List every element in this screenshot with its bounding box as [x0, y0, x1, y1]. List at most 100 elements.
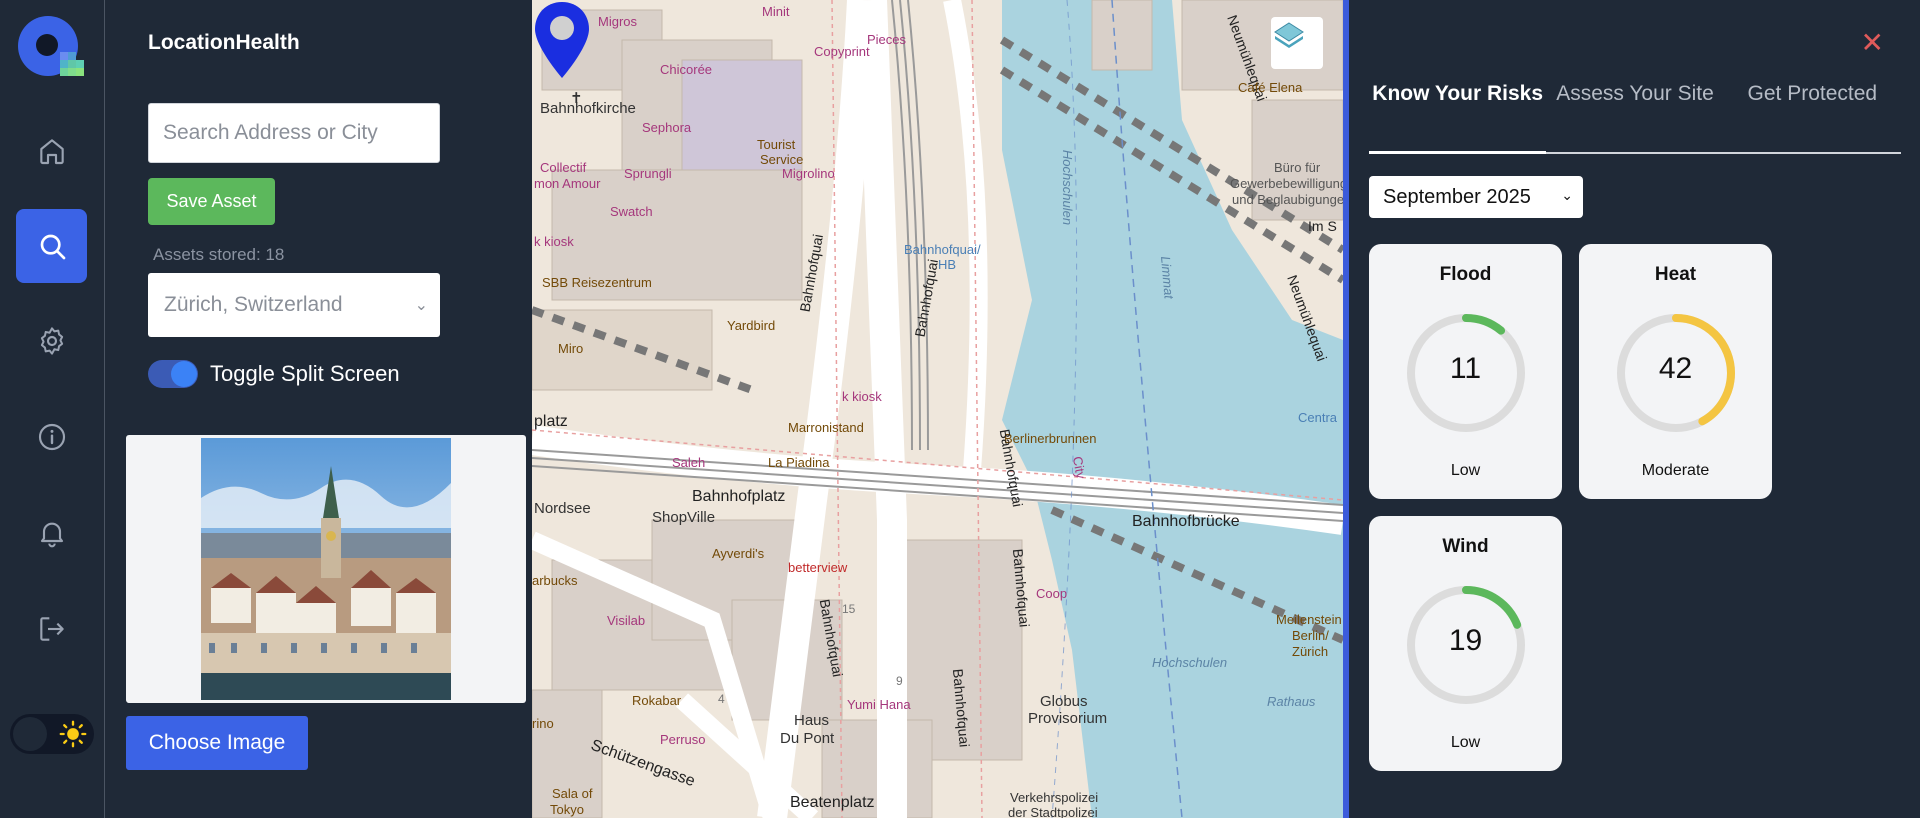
nav-info-button[interactable] [16, 400, 87, 474]
street-label: Im S [1308, 218, 1337, 234]
map-label: Visilab [607, 613, 646, 628]
close-icon[interactable]: ✕ [1861, 26, 1884, 59]
city-select[interactable]: Zürich, Switzerland ⌄ [148, 273, 440, 337]
map-label: Verkehrspolizei [1010, 790, 1099, 805]
map-label: Bahnhofkirche [540, 100, 636, 117]
street-label: Bahnhofbrücke [1132, 513, 1240, 530]
risk-level: Low [1450, 734, 1481, 751]
map-layers-button[interactable] [1271, 17, 1323, 69]
map-view[interactable]: Bahnhofkirche ✝ Sephora Tourist Service … [532, 0, 1343, 818]
map-label: Rokabar [632, 693, 682, 708]
tab-get-protected[interactable]: Get Protected [1724, 78, 1901, 152]
city-image [201, 438, 451, 700]
street-label: platz [534, 413, 568, 430]
split-screen-row: Toggle Split Screen [148, 360, 400, 388]
location-pin-icon[interactable] [532, 0, 592, 80]
tab-know-your-risks[interactable]: Know Your Risks [1369, 78, 1547, 154]
map-label: Swatch [610, 204, 653, 219]
map-label: 9 [896, 674, 903, 688]
map-label: SBB Reisezentrum [542, 275, 652, 290]
bell-icon [40, 522, 63, 548]
map-label: Rathaus [1267, 694, 1316, 709]
theme-toggle-knob [13, 717, 47, 751]
save-asset-button[interactable]: Save Asset [148, 178, 275, 225]
map-label: 4 [718, 692, 725, 706]
map-label: Tourist [757, 137, 796, 152]
map-label: mon Amour [534, 176, 601, 191]
map-label: und Beglaubigungen [1232, 192, 1343, 207]
risk-title: Wind [1442, 536, 1489, 557]
map-label: Sephora [642, 120, 692, 135]
map-label: k kiosk [842, 389, 882, 404]
risk-card-flood[interactable]: Flood 11 Low [1369, 244, 1562, 499]
map-label: Yardbird [727, 318, 776, 333]
nav-logout-button[interactable] [16, 592, 87, 666]
map-label: Centra [1298, 410, 1338, 425]
split-screen-toggle[interactable] [148, 360, 198, 388]
map-label: Provisorium [1028, 710, 1108, 727]
map-label: Coop [1036, 586, 1068, 601]
search-input[interactable] [148, 103, 440, 163]
nav-settings-button[interactable] [16, 304, 87, 378]
map-label: Minit [762, 4, 790, 19]
asset-panel: LocationHealth Save Asset Assets stored:… [106, 0, 532, 818]
risk-card-wind[interactable]: Wind 19 Low [1369, 516, 1562, 771]
risk-title: Flood [1439, 264, 1492, 285]
map-label: Haus [794, 712, 830, 729]
image-preview-card [126, 435, 526, 703]
info-icon [38, 423, 65, 451]
nav-notifications-button[interactable] [16, 496, 87, 570]
nav-search-button[interactable] [16, 209, 87, 283]
map-label: Saleh [672, 455, 706, 470]
street-label: Bahnhofplatz [692, 488, 786, 505]
chevron-down-icon: ⌄ [414, 297, 428, 314]
app-title: LocationHealth [148, 31, 300, 54]
month-select-value: September 2025 [1383, 185, 1531, 208]
map-label: Miro [558, 341, 584, 356]
map-label: Copyprint [814, 44, 870, 59]
map-label: betterview [788, 560, 848, 575]
theme-toggle[interactable] [10, 714, 94, 754]
icon-rail [0, 0, 105, 818]
map-label: rino [532, 716, 554, 731]
map-label: Yumi Hana [847, 697, 911, 712]
map-label: Hochschulen [1060, 149, 1076, 226]
map-label: Zürich [1292, 644, 1329, 659]
map-label: Tokyo [550, 802, 584, 817]
risk-score: 11 [1449, 352, 1482, 385]
risk-score: 19 [1448, 624, 1483, 657]
map-label: Bahnhofquai/ [904, 242, 981, 257]
sun-icon [59, 720, 87, 748]
map-label: Café Elena [1238, 80, 1303, 95]
choose-image-button[interactable]: Choose Image [126, 716, 308, 770]
assets-stored-count: Assets stored: 18 [153, 245, 285, 264]
nav-home-button[interactable] [16, 114, 87, 188]
risk-panel: ✕ Know Your Risks Assess Your Site Get P… [1349, 0, 1920, 818]
map-label: Chicorée [660, 62, 713, 77]
map-label: der Stadtpolizei [1008, 805, 1098, 818]
map-label: Meilenstein [1276, 612, 1342, 627]
month-select[interactable]: September 2025 ⌄ [1369, 176, 1583, 218]
map-label: Sprungli [624, 166, 672, 181]
layers-icon [1274, 22, 1304, 48]
map-label: Berlin/ [1292, 628, 1329, 643]
map-label: Migrolino [782, 166, 835, 181]
map-label: Service [760, 152, 804, 167]
map-label: HB [938, 257, 957, 272]
gear-icon [40, 327, 63, 355]
map-label: arbucks [532, 573, 578, 588]
risk-level: Moderate [1641, 462, 1710, 479]
search-icon [40, 234, 65, 260]
map-label: Du Pont [780, 730, 835, 747]
tab-assess-your-site[interactable]: Assess Your Site [1546, 78, 1723, 152]
risk-title: Heat [1654, 264, 1697, 285]
map-label: Migros [598, 14, 638, 29]
app-root: LocationHealth Save Asset Assets stored:… [0, 0, 1920, 818]
risk-tabs: Know Your Risks Assess Your Site Get Pro… [1369, 78, 1901, 154]
map-label: Hochschulen [1152, 655, 1228, 670]
app-logo[interactable] [14, 12, 90, 88]
risk-card-heat[interactable]: Heat 42 Moderate [1579, 244, 1772, 499]
logout-icon [39, 617, 64, 641]
risk-level: Low [1450, 462, 1481, 479]
map-label: Sala of [552, 786, 593, 801]
